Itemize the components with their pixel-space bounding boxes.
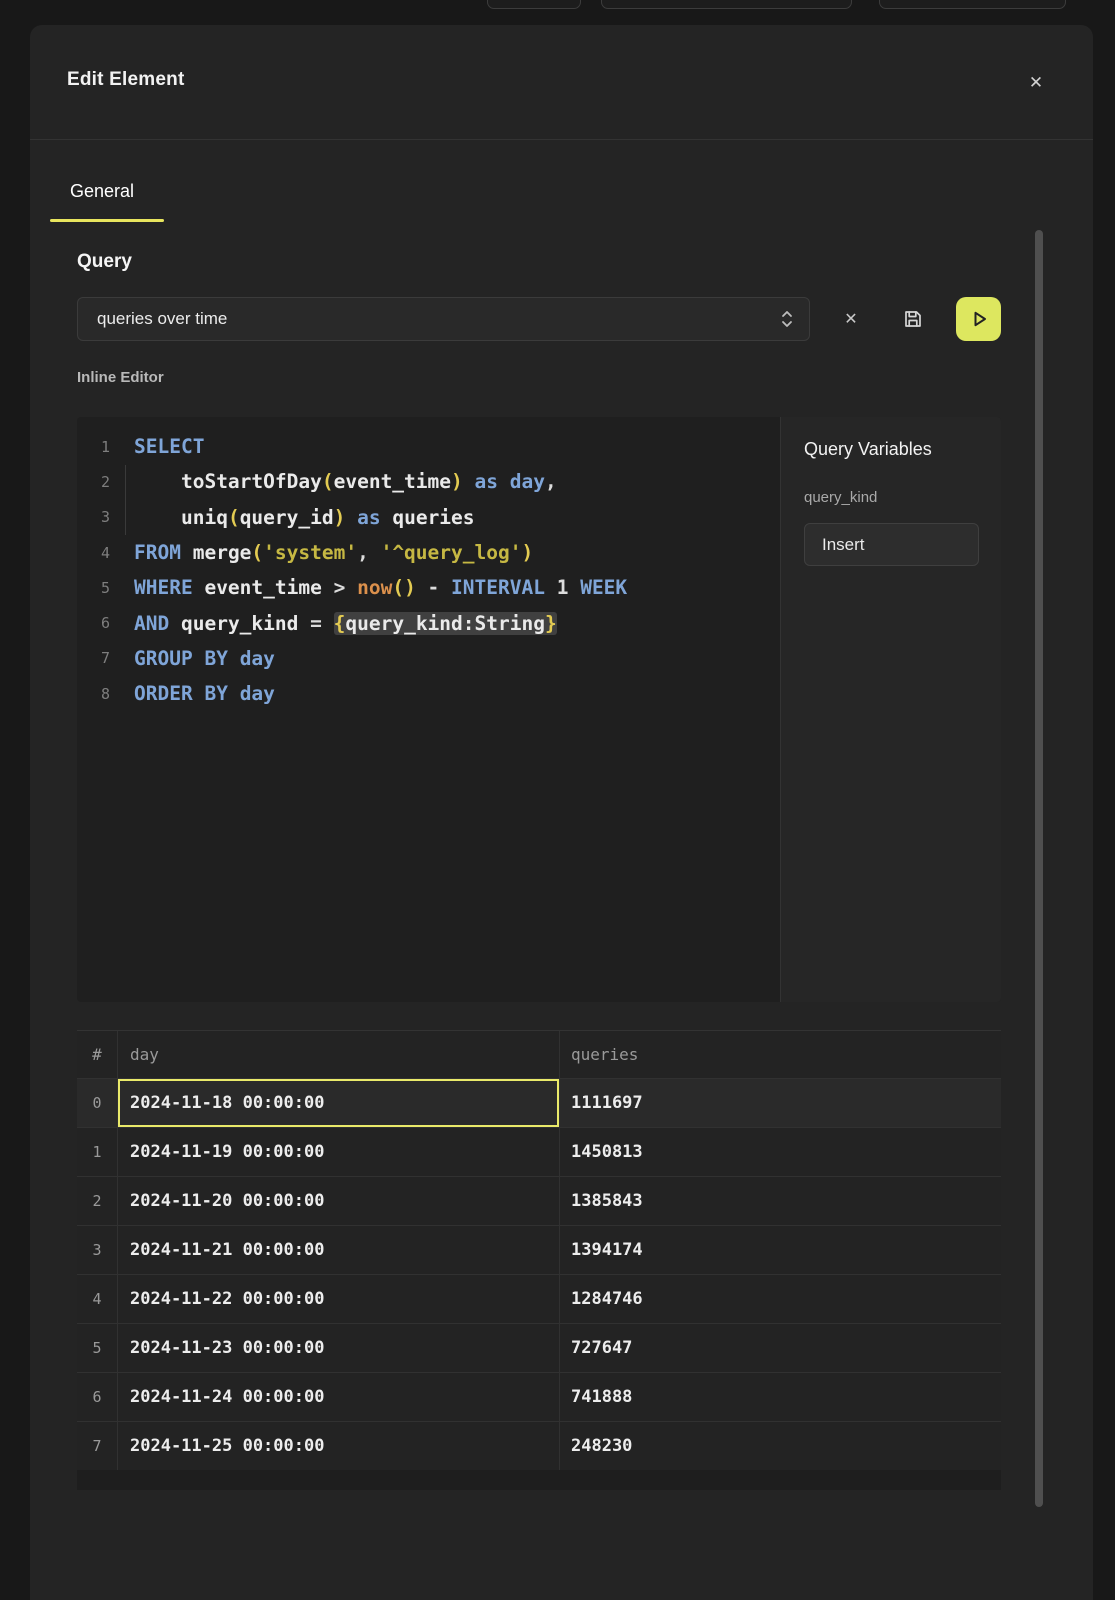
query-select[interactable]: queries over time — [77, 297, 810, 341]
cell-queries[interactable]: 1284746 — [560, 1275, 1001, 1324]
cell-queries[interactable]: 1385843 — [560, 1177, 1001, 1226]
background-toolbar-control[interactable] — [879, 0, 1066, 9]
save-query-button[interactable] — [896, 302, 930, 336]
cell-day[interactable]: 2024-11-19 00:00:00 — [118, 1128, 560, 1177]
column-header-index: # — [77, 1031, 118, 1079]
row-index: 5 — [77, 1324, 118, 1373]
table-footer-gutter — [77, 1470, 1001, 1490]
query-variable-chip: {query_kind:String} — [334, 612, 557, 635]
row-index: 0 — [77, 1079, 118, 1128]
inline-editor-label: Inline Editor — [77, 369, 164, 386]
query-select-value: queries over time — [97, 309, 779, 329]
sql-editor[interactable]: 1SELECT2 toStartOfDay(event_time) as day… — [77, 417, 1001, 1002]
cell-day[interactable]: 2024-11-18 00:00:00 — [118, 1079, 560, 1128]
run-query-button[interactable] — [956, 297, 1001, 341]
edit-element-modal: Edit Element ✕ General Query queries ove… — [30, 25, 1093, 1600]
row-index: 3 — [77, 1226, 118, 1275]
code-line[interactable]: 5WHERE event_time > now() - INTERVAL 1 W… — [77, 570, 780, 605]
background-toolbar-button[interactable] — [487, 0, 581, 9]
active-tab-indicator — [50, 219, 164, 222]
cell-queries[interactable]: 248230 — [560, 1422, 1001, 1471]
query-section-heading: Query — [77, 251, 132, 273]
cell-day[interactable]: 2024-11-24 00:00:00 — [118, 1373, 560, 1422]
header-divider — [30, 139, 1093, 140]
line-number: 8 — [77, 685, 110, 703]
row-index: 6 — [77, 1373, 118, 1422]
code-line[interactable]: 2 toStartOfDay(event_time) as day, — [77, 464, 780, 499]
cell-queries[interactable]: 727647 — [560, 1324, 1001, 1373]
cell-day[interactable]: 2024-11-25 00:00:00 — [118, 1422, 560, 1471]
cell-day[interactable]: 2024-11-20 00:00:00 — [118, 1177, 560, 1226]
background-toolbar-input[interactable] — [601, 0, 852, 9]
modal-title: Edit Element — [67, 69, 184, 91]
cell-queries[interactable]: 741888 — [560, 1373, 1001, 1422]
row-index: 4 — [77, 1275, 118, 1324]
modal-scrollbar-thumb[interactable] — [1035, 230, 1043, 1507]
save-icon — [901, 307, 925, 331]
cell-day[interactable]: 2024-11-21 00:00:00 — [118, 1226, 560, 1275]
code-lines[interactable]: 1SELECT2 toStartOfDay(event_time) as day… — [77, 417, 780, 1002]
line-number: 7 — [77, 649, 110, 667]
code-line[interactable]: 6AND query_kind = {query_kind:String} — [77, 605, 780, 640]
cell-queries[interactable]: 1394174 — [560, 1226, 1001, 1275]
indent-guide — [125, 465, 126, 535]
column-header-queries: queries — [560, 1031, 1001, 1079]
code-line[interactable]: 8ORDER BY day — [77, 676, 780, 711]
line-number: 5 — [77, 579, 110, 597]
results-table: # day queries 02024-11-18 00:00:00111169… — [77, 1030, 1001, 1471]
cell-day[interactable]: 2024-11-22 00:00:00 — [118, 1275, 560, 1324]
close-icon: ✕ — [1029, 73, 1043, 93]
column-header-day: day — [118, 1031, 560, 1079]
tab-general[interactable]: General — [70, 181, 134, 202]
code-line[interactable]: 4FROM merge('system', '^query_log') — [77, 535, 780, 570]
row-index: 2 — [77, 1177, 118, 1226]
close-button[interactable]: ✕ — [1020, 67, 1052, 99]
insert-variable-button[interactable]: Insert — [804, 523, 979, 566]
variable-name-label: query_kind — [804, 489, 877, 506]
line-number: 2 — [77, 473, 110, 491]
line-number: 3 — [77, 508, 110, 526]
row-index: 1 — [77, 1128, 118, 1177]
page: { "modal": { "title": "Edit Element" }, … — [0, 0, 1115, 1600]
clear-icon: ✕ — [844, 309, 857, 329]
line-number: 1 — [77, 438, 110, 456]
cell-queries[interactable]: 1450813 — [560, 1128, 1001, 1177]
play-icon — [969, 309, 989, 329]
cell-day[interactable]: 2024-11-23 00:00:00 — [118, 1324, 560, 1373]
row-index: 7 — [77, 1422, 118, 1471]
line-number: 6 — [77, 614, 110, 632]
code-line[interactable]: 7GROUP BY day — [77, 641, 780, 676]
chevron-updown-icon — [779, 307, 795, 331]
cell-queries[interactable]: 1111697 — [560, 1079, 1001, 1128]
query-variables-heading: Query Variables — [804, 439, 932, 460]
code-line[interactable]: 3 uniq(query_id) as queries — [77, 500, 780, 535]
clear-query-button[interactable]: ✕ — [836, 304, 866, 334]
query-variables-panel: Query Variables query_kind Insert — [780, 417, 1001, 1002]
line-number: 4 — [77, 544, 110, 562]
code-line[interactable]: 1SELECT — [77, 429, 780, 464]
